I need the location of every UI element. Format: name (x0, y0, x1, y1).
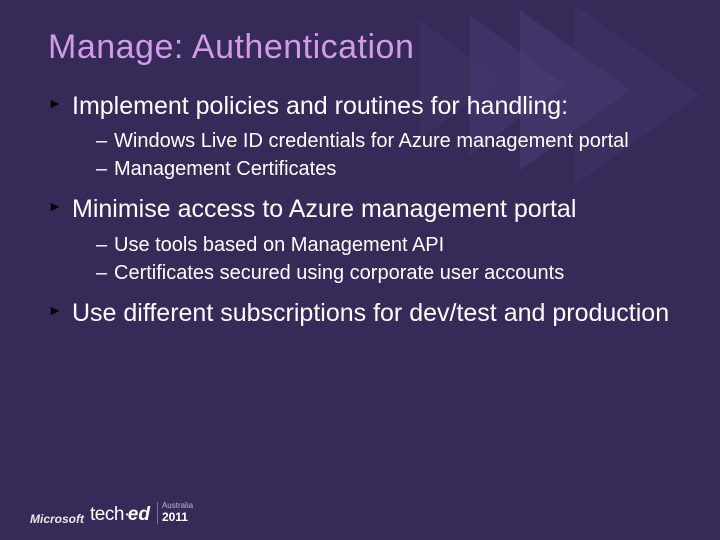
region-label: Australia 2011 (157, 502, 193, 524)
bullet-level2: Certificates secured using corporate use… (96, 260, 680, 286)
slide: Manage: Authentication Implement policie… (0, 0, 720, 540)
bullet-level2: Use tools based on Management API (96, 232, 680, 258)
bullet-level1: Minimise access to Azure management port… (48, 194, 680, 225)
bullet-level2: Management Certificates (96, 156, 680, 182)
bullet-list: Implement policies and routines for hand… (48, 91, 680, 329)
bullet-level2: Windows Live ID credentials for Azure ma… (96, 128, 680, 154)
microsoft-wordmark: Microsoft (30, 512, 84, 526)
bullet-level1: Implement policies and routines for hand… (48, 91, 680, 122)
bullet-level1: Use different subscriptions for dev/test… (48, 298, 680, 329)
slide-title: Manage: Authentication (48, 28, 680, 67)
footer-logo: Microsoft tech· ed Australia 2011 (30, 502, 193, 526)
teched-wordmark: tech· ed (90, 504, 150, 526)
